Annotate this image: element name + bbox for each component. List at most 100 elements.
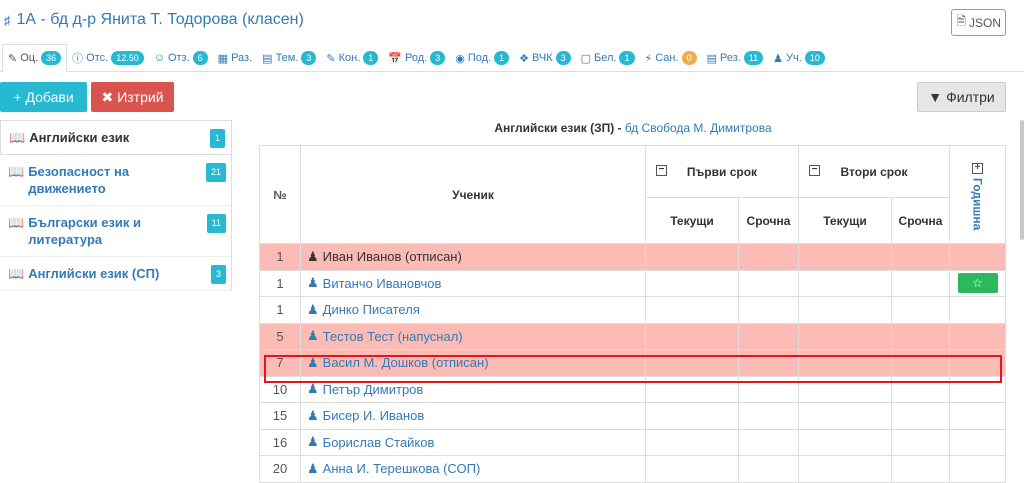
table-row[interactable]: 10 ♟ Петър Димитров: [259, 375, 1006, 403]
tab-schedule[interactable]: ▦ Раз.: [213, 45, 257, 71]
subject-item-traffic-safety[interactable]: 📖 Безопасност на движението 21: [0, 155, 232, 206]
grade-cell[interactable]: [798, 349, 892, 377]
teacher-link[interactable]: бд Свобода М. Димитрова: [625, 121, 772, 135]
eye-icon: ◉: [455, 52, 465, 65]
subject-item-bulgarian[interactable]: 📖 Български език и литература 11: [0, 206, 232, 257]
grade-cell[interactable]: [645, 322, 739, 350]
tab-topics[interactable]: ▤ Тем. 3: [257, 45, 321, 71]
table-row[interactable]: 7 ♟ Васил М. Дошков (отписан): [259, 349, 1006, 377]
filter-button[interactable]: ▼ Филтри: [917, 82, 1006, 112]
tab-absences[interactable]: ⓘ Отс. 12.50: [67, 45, 149, 71]
tab-vchk[interactable]: ❖ ВЧК 3: [514, 45, 575, 71]
term2-final-header: Срочна: [891, 197, 950, 244]
student-name[interactable]: Васил М. Дошков (отписан): [323, 355, 489, 370]
grade-cell[interactable]: [798, 428, 892, 456]
subject-item-english-sp[interactable]: 📖 Английски език (СП) 3: [0, 257, 232, 291]
collapse-icon[interactable]: −: [809, 165, 820, 176]
expand-icon[interactable]: +: [972, 162, 983, 174]
tab-grades[interactable]: ✎ Оц. 36: [2, 44, 68, 72]
grade-cell[interactable]: [798, 455, 892, 483]
table-row[interactable]: 16 ♟ Борислав Стайков: [259, 428, 1006, 456]
tab-support[interactable]: ◉ Под. 1: [450, 45, 514, 71]
add-button[interactable]: + Добави: [0, 82, 87, 112]
grade-cell[interactable]: [738, 296, 799, 324]
grade-cell[interactable]: [891, 349, 950, 377]
table-row[interactable]: 1 ♟ Витанчо Ивановчов ☆: [259, 269, 1006, 297]
grade-cell[interactable]: [949, 402, 1006, 430]
grade-cell[interactable]: [798, 243, 892, 271]
file-icon: 🗎: [956, 14, 966, 28]
grade-cell[interactable]: [891, 269, 950, 297]
subject-item-english[interactable]: 📖 Английски език 1: [0, 120, 232, 155]
grade-cell[interactable]: [798, 269, 892, 297]
grade-cell[interactable]: [949, 428, 1006, 456]
grade-cell[interactable]: [645, 402, 739, 430]
student-name[interactable]: Петър Димитров: [323, 382, 424, 397]
term1-header[interactable]: − Първи срок: [645, 145, 799, 198]
subject-count: 3: [210, 265, 226, 284]
table-row[interactable]: 1 ♟ Иван Иванов (отписан): [259, 243, 1006, 271]
subject-count: 11: [206, 214, 226, 233]
student-name[interactable]: Анна И. Терешкова (СОП): [323, 461, 481, 476]
term2-header[interactable]: − Втори срок: [798, 145, 950, 198]
tab-students[interactable]: ♟ Уч. 10: [768, 45, 830, 71]
grade-cell[interactable]: [949, 455, 1006, 483]
grade-cell[interactable]: [798, 402, 892, 430]
graduate-icon: ♟: [307, 407, 319, 423]
grade-cell[interactable]: [738, 375, 799, 403]
tab-sanctions[interactable]: ⚡ Сан. 0: [640, 45, 702, 71]
grade-cell[interactable]: [891, 375, 950, 403]
grade-cell[interactable]: [645, 428, 739, 456]
grade-cell[interactable]: [949, 296, 1006, 324]
student-name[interactable]: Борислав Стайков: [323, 435, 435, 450]
grade-cell[interactable]: [738, 322, 799, 350]
tab-exams[interactable]: ✎ Кон. 1: [321, 45, 383, 71]
student-name[interactable]: Тестов Тест (напуснал): [323, 329, 463, 344]
users-icon: ☺: [153, 52, 165, 64]
grade-cell[interactable]: [645, 375, 739, 403]
grade-cell[interactable]: [645, 349, 739, 377]
grade-cell[interactable]: [738, 269, 799, 297]
json-button[interactable]: 🗎 JSON: [951, 9, 1006, 36]
grade-cell[interactable]: [738, 243, 799, 271]
grade-cell[interactable]: [798, 322, 892, 350]
grade-cell[interactable]: [738, 402, 799, 430]
grade-cell[interactable]: [891, 455, 950, 483]
grade-cell[interactable]: [949, 243, 1006, 271]
table-row[interactable]: 5 ♟ Тестов Тест (напуснал): [259, 322, 1006, 350]
grade-cell[interactable]: [891, 296, 950, 324]
grade-cell[interactable]: [891, 322, 950, 350]
scrollbar[interactable]: [1020, 120, 1024, 240]
grade-cell[interactable]: [645, 243, 739, 271]
grade-cell[interactable]: [645, 269, 739, 297]
tab-feedback[interactable]: ☺ Отз. 6: [149, 45, 213, 71]
grade-cell[interactable]: [798, 375, 892, 403]
grade-cell[interactable]: [645, 455, 739, 483]
student-name[interactable]: Витанчо Ивановчов: [323, 276, 442, 291]
delete-button[interactable]: ✖ Изтрий: [91, 82, 174, 112]
grade-cell[interactable]: ☆: [949, 269, 1006, 297]
grade-cell[interactable]: [949, 375, 1006, 403]
student-name[interactable]: Динко Писателя: [323, 302, 420, 317]
tab-notes[interactable]: ▢ Бел. 1: [576, 45, 640, 71]
student-name[interactable]: Бисер И. Иванов: [323, 408, 425, 423]
grade-cell[interactable]: [949, 322, 1006, 350]
tab-results[interactable]: ▤ Рез. 11: [702, 45, 769, 71]
grade-cell[interactable]: [798, 296, 892, 324]
grade-cell[interactable]: [738, 455, 799, 483]
grade-cell[interactable]: [645, 296, 739, 324]
grade-cell[interactable]: [891, 243, 950, 271]
col-number-header: №: [259, 145, 301, 244]
collapse-icon[interactable]: −: [656, 165, 667, 176]
grade-cell[interactable]: [949, 349, 1006, 377]
table-row[interactable]: 20 ♟ Анна И. Терешкова (СОП): [259, 455, 1006, 483]
grade-cell[interactable]: [891, 402, 950, 430]
tab-parents[interactable]: 📅 Род. 3: [383, 45, 450, 71]
star-button[interactable]: ☆: [957, 273, 998, 294]
annual-header[interactable]: + Годишна: [949, 145, 1006, 244]
grade-cell[interactable]: [738, 428, 799, 456]
grade-cell[interactable]: [891, 428, 950, 456]
grade-cell[interactable]: [738, 349, 799, 377]
table-row[interactable]: 1 ♟ Динко Писателя: [259, 296, 1006, 324]
table-row[interactable]: 15 ♟ Бисер И. Иванов: [259, 402, 1006, 430]
